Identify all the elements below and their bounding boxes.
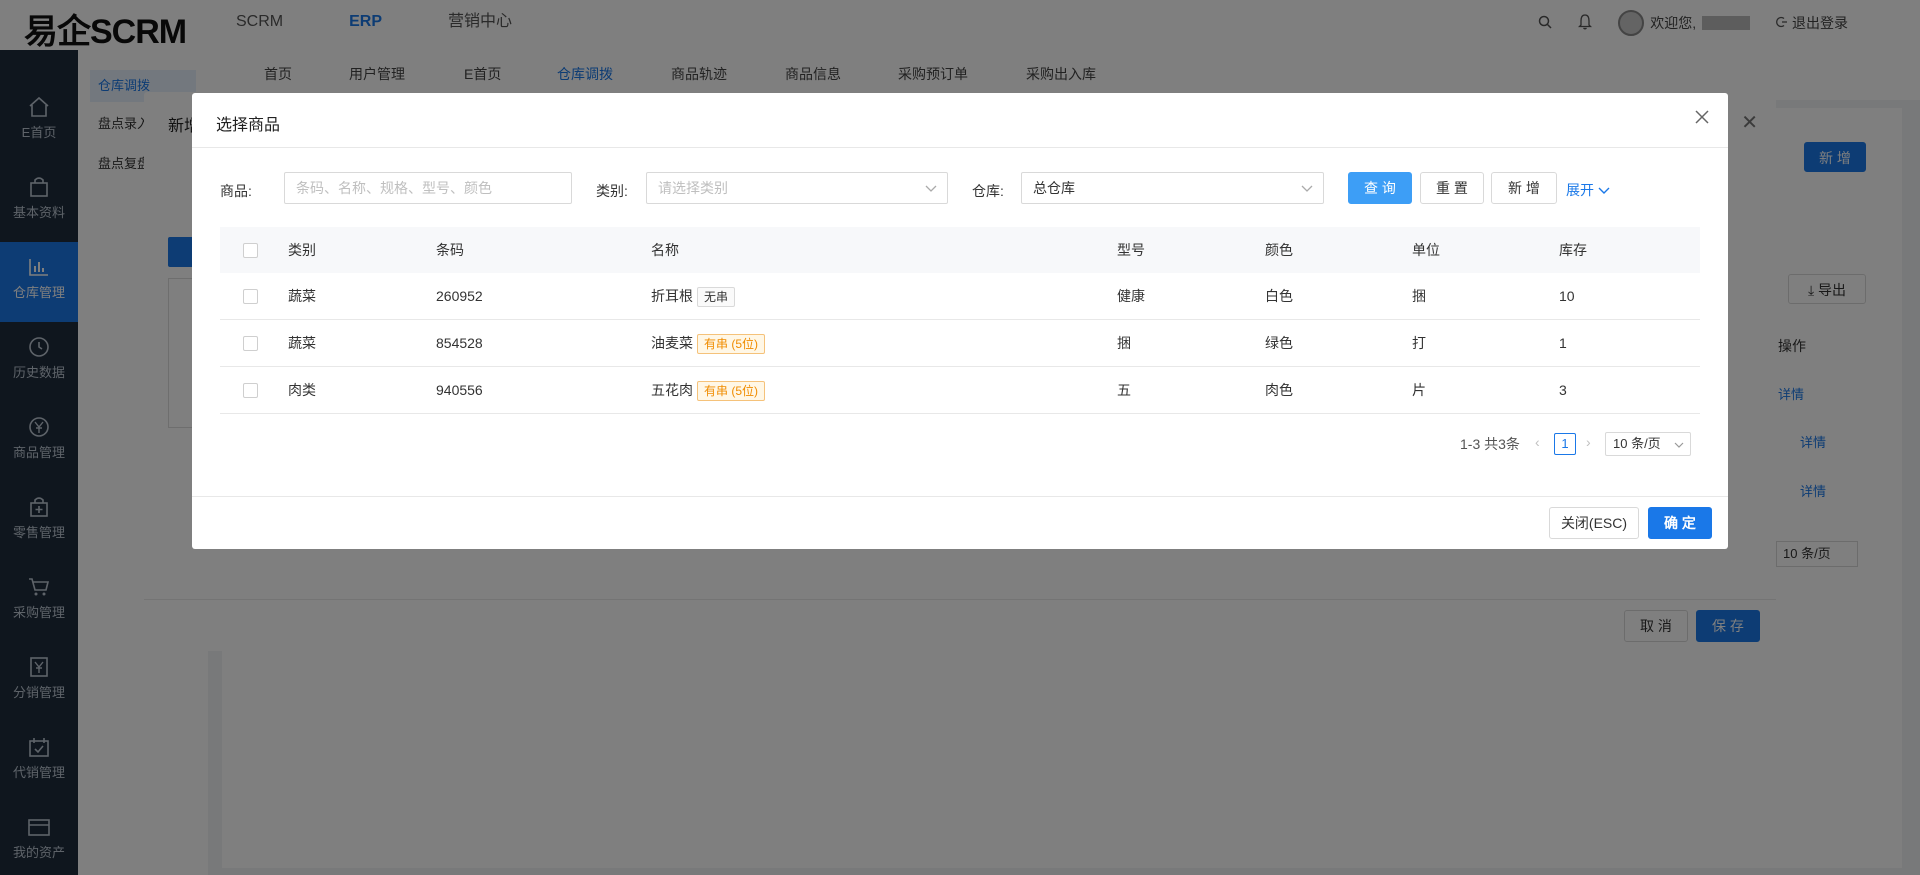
chevron-down-icon — [1674, 442, 1684, 448]
cell-unit: 捆 — [1412, 288, 1426, 304]
query-button[interactable]: 查 询 — [1348, 172, 1412, 204]
row-checkbox[interactable] — [243, 383, 258, 398]
cell-barcode: 940556 — [436, 382, 483, 398]
column-header-color: 颜色 — [1265, 242, 1293, 258]
serial-tag: 有串 (5位) — [697, 381, 766, 402]
row-checkbox[interactable] — [243, 289, 258, 304]
column-header-unit: 单位 — [1412, 242, 1440, 258]
serial-tag: 无串 — [697, 287, 736, 308]
cell-barcode: 260952 — [436, 288, 483, 304]
prev-page-icon[interactable]: ‹ — [1535, 434, 1540, 450]
cell-stock: 3 — [1559, 382, 1567, 398]
cell-unit: 片 — [1412, 382, 1426, 398]
cell-category: 肉类 — [288, 382, 316, 398]
cell-model: 五 — [1117, 382, 1131, 398]
cell-color: 绿色 — [1265, 335, 1293, 351]
chevron-down-icon — [1301, 185, 1313, 192]
close-icon[interactable] — [1692, 107, 1712, 127]
column-header-name: 名称 — [651, 242, 679, 258]
product-search-input[interactable]: 条码、名称、规格、型号、颜色 — [284, 172, 572, 204]
cell-model: 健康 — [1117, 288, 1145, 304]
cell-name: 折耳根 无串 — [651, 273, 736, 319]
warehouse-filter-label: 仓库: — [972, 183, 1004, 199]
product-name: 折耳根 — [651, 288, 693, 304]
cell-color: 白色 — [1265, 288, 1293, 304]
category-filter-label: 类别: — [596, 183, 628, 199]
header-divider — [192, 147, 1728, 148]
cell-unit: 打 — [1412, 335, 1426, 351]
product-filter-label: 商品: — [220, 183, 252, 199]
chevron-down-icon — [925, 185, 937, 192]
category-select-placeholder: 请选择类别 — [658, 180, 728, 196]
row-checkbox[interactable] — [243, 336, 258, 351]
warehouse-select-value: 总仓库 — [1033, 180, 1075, 196]
add-product-button[interactable]: 新 增 — [1491, 172, 1557, 204]
page-size-value: 10 条/页 — [1613, 436, 1661, 451]
category-select[interactable]: 请选择类别 — [646, 172, 948, 204]
select-all-checkbox[interactable] — [243, 243, 258, 258]
cell-stock: 10 — [1559, 288, 1575, 304]
next-page-icon[interactable]: › — [1586, 434, 1591, 450]
cell-stock: 1 — [1559, 335, 1567, 351]
cell-model: 捆 — [1117, 335, 1131, 351]
close-esc-button[interactable]: 关闭(ESC) — [1549, 507, 1639, 539]
table-row[interactable]: 蔬菜 854528 油麦菜 有串 (5位) 捆 绿色 打 1 — [220, 320, 1700, 367]
column-header-barcode: 条码 — [436, 242, 464, 258]
cell-name: 油麦菜 有串 (5位) — [651, 320, 766, 366]
footer-divider — [192, 496, 1728, 497]
table-row[interactable]: 蔬菜 260952 折耳根 无串 健康 白色 捆 10 — [220, 273, 1700, 320]
cell-color: 肉色 — [1265, 382, 1293, 398]
select-product-dialog: 选择商品 商品: 条码、名称、规格、型号、颜色 类别: 请选择类别 仓库: 总仓… — [192, 93, 1728, 549]
cell-name: 五花肉 有串 (5位) — [651, 367, 766, 413]
serial-tag: 有串 (5位) — [697, 334, 766, 355]
pagination-total: 1-3 共3条 — [1460, 436, 1520, 452]
page-number-current[interactable]: 1 — [1554, 433, 1576, 455]
product-name: 油麦菜 — [651, 335, 693, 351]
reset-button[interactable]: 重 置 — [1420, 172, 1484, 204]
table-row[interactable]: 肉类 940556 五花肉 有串 (5位) 五 肉色 片 3 — [220, 367, 1700, 414]
expand-toggle[interactable]: 展开 — [1566, 180, 1610, 200]
product-name: 五花肉 — [651, 382, 693, 398]
column-header-category: 类别 — [288, 242, 316, 258]
confirm-button[interactable]: 确 定 — [1648, 507, 1712, 539]
table-header: 类别 条码 名称 型号 颜色 单位 库存 — [220, 227, 1700, 273]
page-size-select[interactable]: 10 条/页 — [1605, 432, 1691, 456]
cell-barcode: 854528 — [436, 335, 483, 351]
chevron-down-icon — [1598, 187, 1610, 194]
cell-category: 蔬菜 — [288, 288, 316, 304]
column-header-model: 型号 — [1117, 242, 1145, 258]
warehouse-select[interactable]: 总仓库 — [1021, 172, 1324, 204]
dialog-title: 选择商品 — [216, 117, 281, 134]
expand-label: 展开 — [1566, 182, 1594, 198]
column-header-stock: 库存 — [1559, 242, 1587, 258]
cell-category: 蔬菜 — [288, 335, 316, 351]
